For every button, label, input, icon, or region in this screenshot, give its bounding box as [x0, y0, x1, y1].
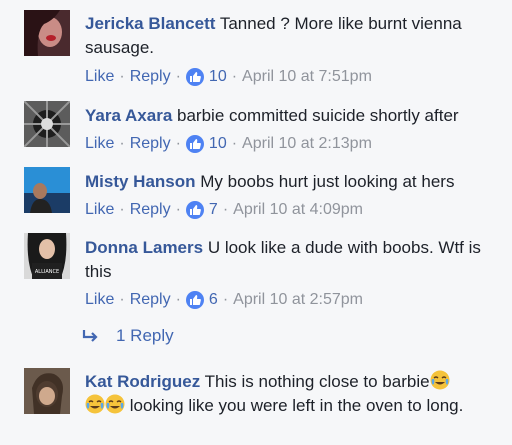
comment-author[interactable]: Kat Rodriguez	[85, 372, 200, 391]
avatar[interactable]	[24, 167, 70, 213]
comment-author[interactable]: Yara Axara	[85, 106, 172, 125]
avatar[interactable]	[24, 101, 70, 147]
like-count[interactable]: 10	[209, 68, 227, 86]
comment-text-part1: This is nothing close to barbie	[204, 372, 430, 391]
separator: ·	[175, 291, 181, 308]
timestamp[interactable]: April 10 at 2:57pm	[233, 291, 363, 309]
timestamp[interactable]: April 10 at 2:13pm	[242, 135, 372, 153]
like-thumb-icon	[185, 201, 204, 219]
comment-actions: Like · Reply · 6 · April 10 at 2:57pm	[85, 288, 363, 312]
timestamp[interactable]: April 10 at 7:51pm	[242, 68, 372, 86]
separator: ·	[222, 291, 229, 308]
replies-label[interactable]: 1 Reply	[116, 326, 174, 346]
comment-author[interactable]: Misty Hanson	[85, 172, 196, 191]
svg-text:ALLIANCE: ALLIANCE	[35, 269, 59, 275]
like-thumb-icon	[185, 68, 204, 86]
comment-text-part2: looking like you were left in the oven t…	[129, 396, 464, 415]
comment-body: Kat Rodriguez This is nothing close to b…	[85, 370, 495, 418]
comment-text: barbie committed suicide shortly after	[177, 106, 459, 125]
reply-link[interactable]: Reply	[130, 291, 171, 309]
like-thumb-icon	[185, 135, 204, 153]
comment-actions: Like · Reply · 10 · April 10 at 2:13pm	[85, 132, 372, 156]
separator: ·	[175, 135, 181, 152]
view-replies-link[interactable]: 1 Reply	[82, 322, 174, 350]
comment-author[interactable]: Jericka Blancett	[85, 14, 215, 33]
like-link[interactable]: Like	[85, 291, 114, 309]
separator: ·	[231, 68, 238, 85]
crying-laughing-emoji-icon	[85, 394, 105, 414]
reply-link[interactable]: Reply	[130, 135, 171, 153]
like-link[interactable]: Like	[85, 201, 114, 219]
like-count[interactable]: 6	[209, 291, 218, 309]
separator: ·	[222, 201, 229, 218]
avatar[interactable]: ALLIANCE	[24, 233, 70, 279]
comment-body: Yara Axara barbie committed suicide shor…	[85, 104, 495, 128]
comment-actions: Like · Reply · 7 · April 10 at 4:09pm	[85, 198, 363, 222]
separator: ·	[119, 68, 125, 85]
crying-laughing-emoji-icon	[105, 394, 125, 414]
crying-laughing-emoji-icon	[430, 370, 450, 390]
separator: ·	[119, 135, 125, 152]
like-count[interactable]: 10	[209, 135, 227, 153]
comment-body: Misty Hanson My boobs hurt just looking …	[85, 170, 495, 194]
like-count[interactable]: 7	[209, 201, 218, 219]
avatar[interactable]	[24, 10, 70, 56]
comment-body: Jericka Blancett Tanned ? More like burn…	[85, 12, 495, 60]
like-link[interactable]: Like	[85, 68, 114, 86]
comment-text: My boobs hurt just looking at hers	[200, 172, 455, 191]
avatar[interactable]	[24, 368, 70, 414]
separator: ·	[119, 291, 125, 308]
separator: ·	[119, 201, 125, 218]
like-thumb-icon	[185, 291, 204, 309]
timestamp[interactable]: April 10 at 4:09pm	[233, 201, 363, 219]
comment-actions: Like · Reply · 10 · April 10 at 7:51pm	[85, 65, 372, 89]
reply-arrow-icon	[82, 330, 98, 342]
separator: ·	[175, 201, 181, 218]
comment-body: Donna Lamers U look like a dude with boo…	[85, 236, 495, 284]
reply-link[interactable]: Reply	[130, 201, 171, 219]
separator: ·	[231, 135, 238, 152]
comment-author[interactable]: Donna Lamers	[85, 238, 203, 257]
reply-link[interactable]: Reply	[130, 68, 171, 86]
like-link[interactable]: Like	[85, 135, 114, 153]
separator: ·	[175, 68, 181, 85]
